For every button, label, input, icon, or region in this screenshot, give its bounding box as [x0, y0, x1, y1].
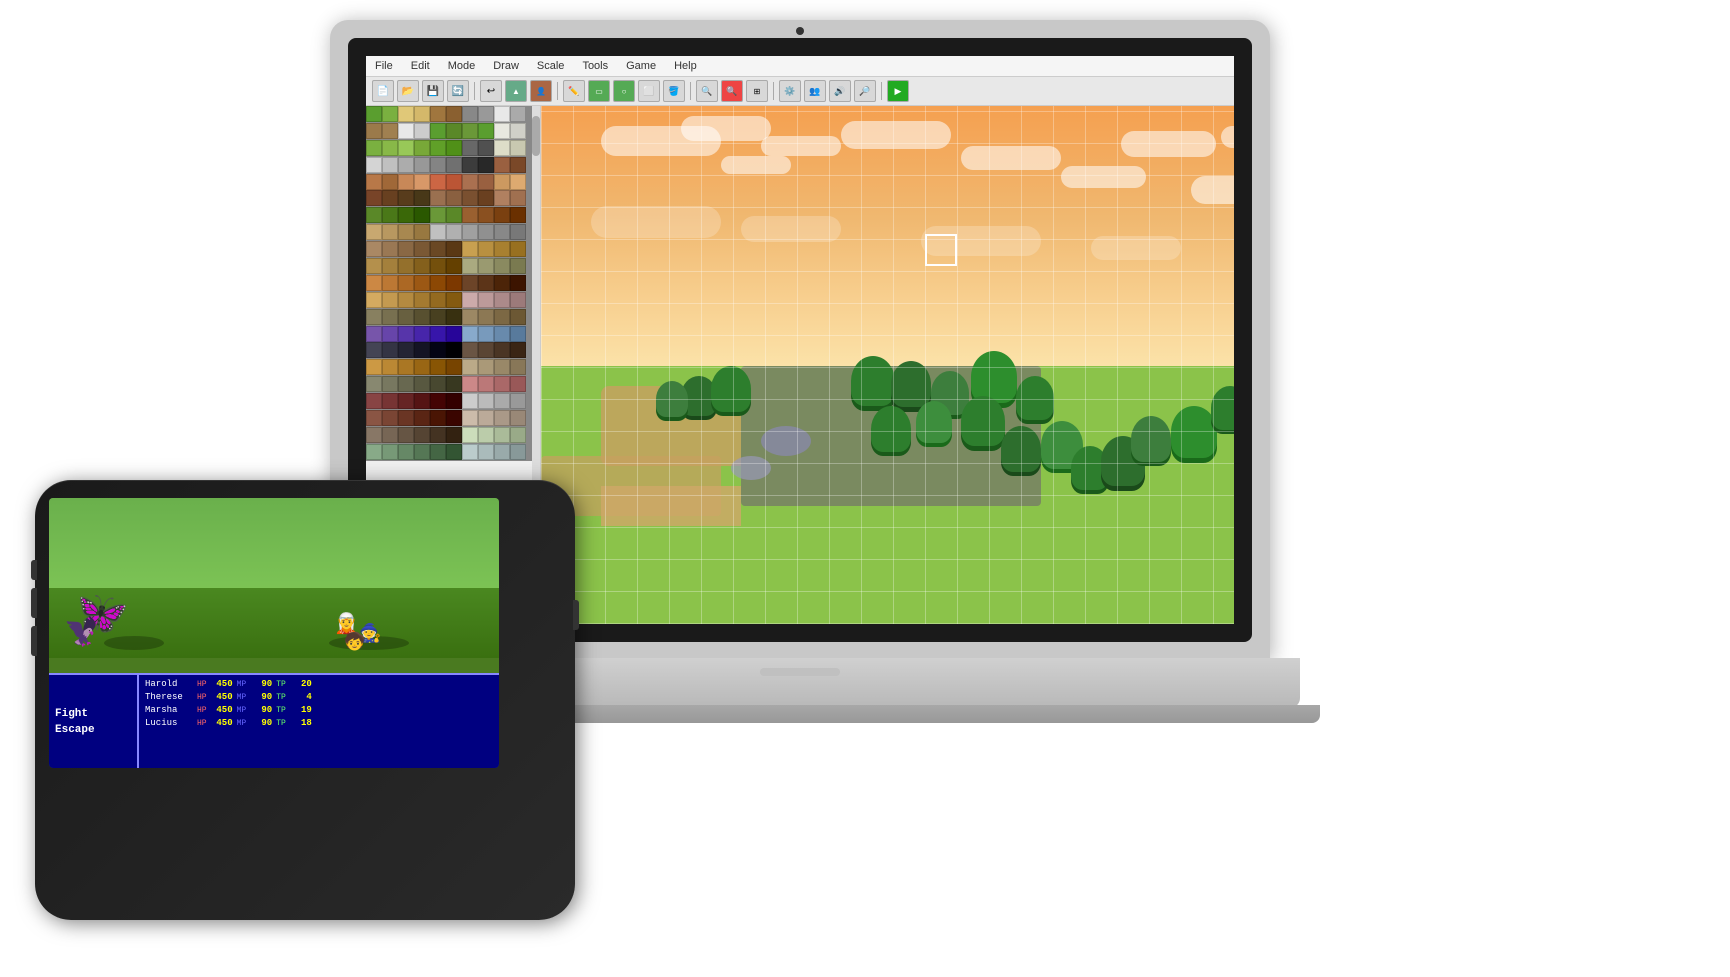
battle-menu-fight[interactable]: Fight: [55, 708, 131, 720]
toolbar-mountain[interactable]: ▲: [505, 80, 527, 102]
toolbar-sep-1: [474, 82, 475, 100]
battle-menu: Fight Escape: [49, 675, 139, 768]
toolbar-pencil[interactable]: ✏️: [563, 80, 585, 102]
mp-label-lucius: MP: [237, 719, 247, 728]
menu-file[interactable]: File: [372, 59, 396, 73]
hp-value-therese: 450: [211, 692, 233, 702]
mp-label-marsha: MP: [237, 706, 247, 715]
toolbar-play[interactable]: ▶: [887, 80, 909, 102]
toolbar-eraser[interactable]: ⬜: [638, 80, 660, 102]
mp-value-therese: 90: [250, 692, 272, 702]
char-name-lucius: Lucius: [145, 718, 193, 728]
toolbar-character[interactable]: 👥: [804, 80, 826, 102]
hp-label-marsha: HP: [197, 706, 207, 715]
phone: 🦋 🦅 🧝 🧙 🧒 Fight Escape Harold HP: [35, 480, 575, 920]
phone-button-vol-up[interactable]: [31, 588, 37, 618]
toolbar-sound[interactable]: 🔊: [829, 80, 851, 102]
toolbar-sep-5: [881, 82, 882, 100]
menu-scale[interactable]: Scale: [534, 59, 568, 73]
toolbar-person[interactable]: 👤: [530, 80, 552, 102]
battle-ui: Fight Escape Harold HP 450 MP 90 TP 20: [49, 673, 499, 768]
map-grid: [541, 106, 1234, 624]
stat-row-harold: Harold HP 450 MP 90 TP 20: [145, 679, 493, 689]
palette-scrollbar[interactable]: [532, 106, 540, 536]
menu-mode[interactable]: Mode: [445, 59, 479, 73]
battle-menu-escape[interactable]: Escape: [55, 724, 131, 736]
char-name-marsha: Marsha: [145, 705, 193, 715]
toolbar-undo[interactable]: ↩: [480, 80, 502, 102]
mp-label-therese: MP: [237, 693, 247, 702]
toolbar-sep-2: [557, 82, 558, 100]
tp-value-marsha: 19: [290, 705, 312, 715]
map-cursor: [925, 234, 957, 266]
stat-row-lucius: Lucius HP 450 MP 90 TP 18: [145, 718, 493, 728]
toolbar-fill[interactable]: 🪣: [663, 80, 685, 102]
char-name-therese: Therese: [145, 692, 193, 702]
hp-value-lucius: 450: [211, 718, 233, 728]
toolbar-circle[interactable]: ○: [613, 80, 635, 102]
hp-label-harold: HP: [197, 680, 207, 689]
toolbar-zoom-out[interactable]: 🔍: [721, 80, 743, 102]
stat-row-therese: Therese HP 450 MP 90 TP 4: [145, 692, 493, 702]
tp-label-harold: TP: [276, 680, 286, 689]
tp-label-lucius: TP: [276, 719, 286, 728]
toolbar-refresh[interactable]: 🔄: [447, 80, 469, 102]
toolbar-search[interactable]: 🔎: [854, 80, 876, 102]
toolbar-save[interactable]: 💾: [422, 80, 444, 102]
phone-button-vol-down[interactable]: [31, 626, 37, 656]
phone-button-right[interactable]: [573, 600, 579, 630]
laptop-camera: [796, 27, 804, 35]
toolbar-zoom-in[interactable]: 🔍: [696, 80, 718, 102]
toolbar-sep-4: [773, 82, 774, 100]
battle-stats: Harold HP 450 MP 90 TP 20 Therese HP 450…: [139, 675, 499, 768]
char-name-harold: Harold: [145, 679, 193, 689]
tile-palette: [366, 106, 540, 536]
mp-label-harold: MP: [237, 680, 247, 689]
menu-bar: File Edit Mode Draw Scale Tools Game Hel…: [366, 56, 1234, 77]
phone-body: 🦋 🦅 🧝 🧙 🧒 Fight Escape Harold HP: [35, 480, 575, 920]
tp-label-therese: TP: [276, 693, 286, 702]
menu-game[interactable]: Game: [623, 59, 659, 73]
phone-button-power[interactable]: [31, 560, 37, 580]
map-canvas[interactable]: [541, 106, 1234, 624]
enemy-sprite-2: 🦅: [64, 615, 99, 648]
shadow-enemy: [104, 636, 164, 650]
hp-value-marsha: 450: [211, 705, 233, 715]
toolbar-open[interactable]: 📂: [397, 80, 419, 102]
toolbar-new[interactable]: 📄: [372, 80, 394, 102]
mp-value-harold: 90: [250, 679, 272, 689]
menu-tools[interactable]: Tools: [579, 59, 611, 73]
hp-label-therese: HP: [197, 693, 207, 702]
hp-label-lucius: HP: [197, 719, 207, 728]
stat-row-marsha: Marsha HP 450 MP 90 TP 19: [145, 705, 493, 715]
phone-screen: 🦋 🦅 🧝 🧙 🧒 Fight Escape Harold HP: [49, 498, 499, 768]
menu-help[interactable]: Help: [671, 59, 700, 73]
char-marsha: 🧒: [344, 632, 365, 652]
tp-value-lucius: 18: [290, 718, 312, 728]
menu-edit[interactable]: Edit: [408, 59, 433, 73]
tp-label-marsha: TP: [276, 706, 286, 715]
toolbar-sep-3: [690, 82, 691, 100]
game-background: 🦋 🦅 🧝 🧙 🧒: [49, 498, 499, 658]
mp-value-lucius: 90: [250, 718, 272, 728]
hp-value-harold: 450: [211, 679, 233, 689]
toolbar: 📄 📂 💾 🔄 ↩ ▲ 👤 ✏️ ▭ ○ ⬜ 🪣 🔍 🔍: [366, 77, 1234, 106]
mp-value-marsha: 90: [250, 705, 272, 715]
toolbar-rect[interactable]: ▭: [588, 80, 610, 102]
toolbar-settings[interactable]: ⚙️: [779, 80, 801, 102]
tp-value-harold: 20: [290, 679, 312, 689]
tp-value-therese: 4: [290, 692, 312, 702]
toolbar-zoom-fit[interactable]: ⊞: [746, 80, 768, 102]
menu-draw[interactable]: Draw: [490, 59, 522, 73]
